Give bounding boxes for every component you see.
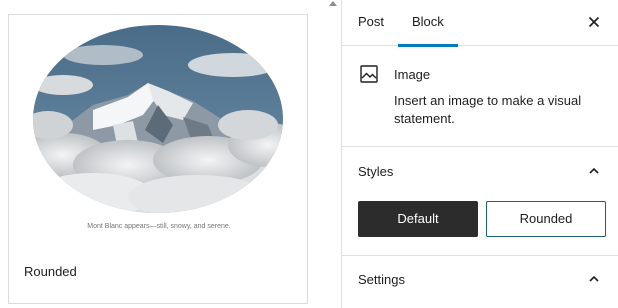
style-rounded-button[interactable]: Rounded <box>486 201 606 237</box>
close-sidebar-button[interactable] <box>584 12 604 32</box>
styles-panel-title: Styles <box>358 164 394 179</box>
style-options: Default Rounded <box>358 201 606 237</box>
rounded-image[interactable] <box>33 25 283 213</box>
settings-panel-title: Settings <box>358 272 405 287</box>
tab-block[interactable]: Block <box>398 0 458 47</box>
close-icon <box>588 16 600 28</box>
chevron-up-icon <box>589 167 599 174</box>
sidebar-tabs: Post Block <box>342 0 618 47</box>
style-default-button[interactable]: Default <box>358 201 478 237</box>
scroll-up-arrow-icon[interactable] <box>329 1 337 6</box>
chevron-up-icon <box>589 275 599 282</box>
scrollbar[interactable] <box>325 0 341 308</box>
image-icon <box>360 65 378 83</box>
settings-panel-toggle[interactable]: Settings <box>342 255 618 303</box>
image-caption[interactable]: Mont Blanc appears—still, snowy, and ser… <box>9 223 309 230</box>
mountain-photo <box>33 25 283 213</box>
tab-block-label: Block <box>412 14 444 29</box>
settings-sidebar: Post Block Image Insert an image to make… <box>342 0 618 308</box>
styles-panel-toggle[interactable]: Styles <box>342 148 618 196</box>
tab-post[interactable]: Post <box>358 0 384 46</box>
block-card: Image Insert an image to make a visual s… <box>342 46 618 147</box>
block-title: Image <box>394 67 431 82</box>
style-preview-label: Rounded <box>24 264 77 279</box>
block-description: Insert an image to make a visual stateme… <box>394 93 582 126</box>
image-block-preview[interactable]: Mont Blanc appears—still, snowy, and ser… <box>8 14 308 304</box>
